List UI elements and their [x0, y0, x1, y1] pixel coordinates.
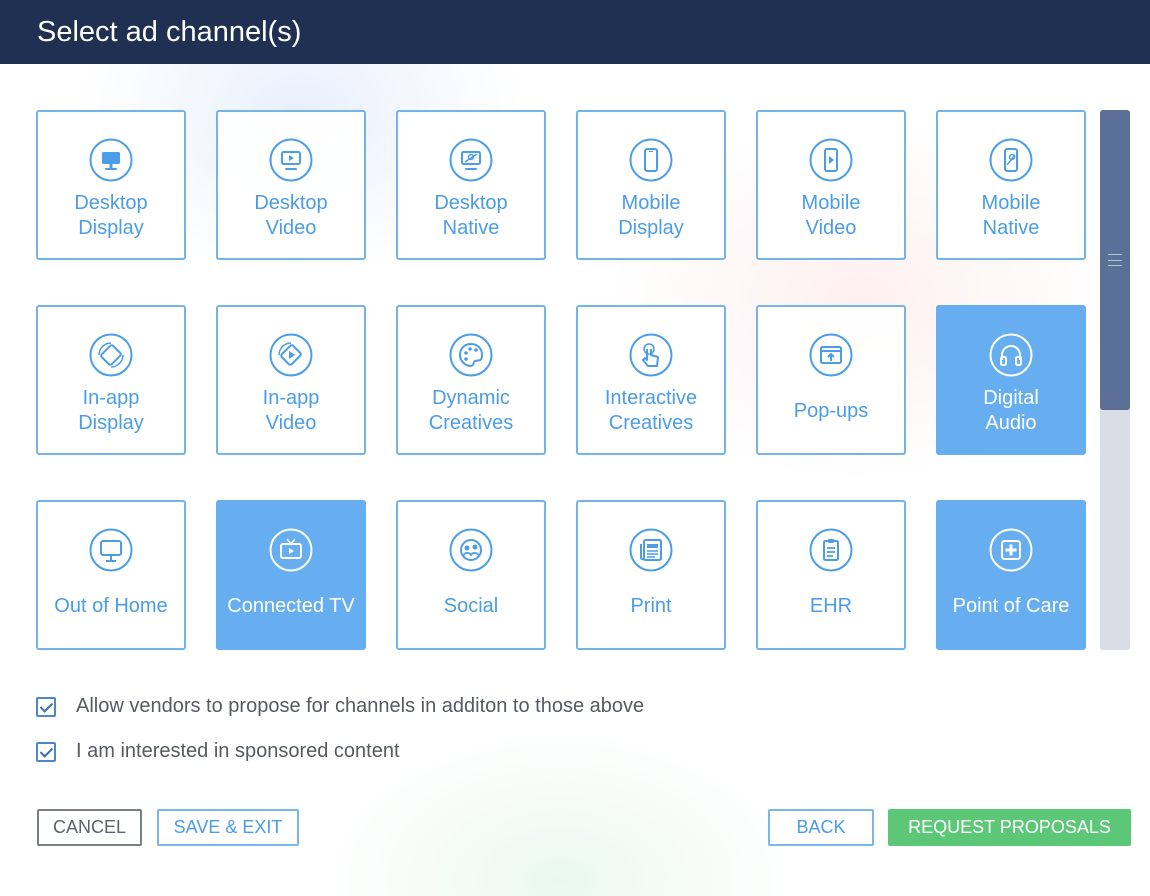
- save-exit-button[interactable]: SAVE & EXIT: [157, 809, 299, 846]
- channel-tile-pop-ups[interactable]: Pop-ups: [756, 305, 906, 455]
- clipboard-icon: [809, 528, 853, 572]
- scrollbar-grip-icon: [1108, 254, 1122, 266]
- cancel-button[interactable]: CANCEL: [37, 809, 142, 846]
- channel-tile-digital-audio[interactable]: Digital Audio: [936, 305, 1086, 455]
- channel-label: Interactive Creatives: [604, 387, 698, 434]
- channel-label: Dynamic Creatives: [428, 387, 514, 434]
- billboard-icon: [89, 528, 133, 572]
- scrollbar[interactable]: [1100, 110, 1130, 650]
- desktop-video-icon: [269, 138, 313, 182]
- channel-grid: Desktop Display Desktop Video Desktop Nati…: [36, 110, 1086, 650]
- channel-tile-mobile-video[interactable]: Mobile Video: [756, 110, 906, 260]
- channel-tile-point-of-care[interactable]: Point of Care: [936, 500, 1086, 650]
- channel-label: Out of Home: [54, 594, 168, 617]
- channel-tile-in-app-video[interactable]: In-app Video: [216, 305, 366, 455]
- sponsored-content-option[interactable]: I am interested in sponsored content: [36, 740, 400, 763]
- sponsored-content-label: I am interested in sponsored content: [76, 740, 400, 762]
- channel-label: Mobile Native: [981, 192, 1041, 239]
- channel-tile-print[interactable]: Print: [576, 500, 726, 650]
- palette-icon: [449, 333, 493, 377]
- back-button[interactable]: BACK: [768, 809, 874, 846]
- channel-tile-desktop-native[interactable]: Desktop Native: [396, 110, 546, 260]
- channel-tile-interactive-creatives[interactable]: Interactive Creatives: [576, 305, 726, 455]
- rotate-device-icon: [89, 333, 133, 377]
- mobile-icon: [629, 138, 673, 182]
- channel-tile-mobile-display[interactable]: Mobile Display: [576, 110, 726, 260]
- request-proposals-button[interactable]: REQUEST PROPOSALS: [888, 809, 1131, 846]
- headphones-icon: [989, 333, 1033, 377]
- desktop-native-icon: [449, 138, 493, 182]
- channel-tile-mobile-native[interactable]: Mobile Native: [936, 110, 1086, 260]
- channel-label: Mobile Video: [801, 192, 861, 239]
- channel-tile-in-app-display[interactable]: In-app Display: [36, 305, 186, 455]
- allow-vendors-option[interactable]: Allow vendors to propose for channels in…: [36, 695, 644, 718]
- desktop-icon: [89, 138, 133, 182]
- channel-tile-connected-tv[interactable]: Connected TV: [216, 500, 366, 650]
- allow-vendors-label: Allow vendors to propose for channels in…: [76, 695, 645, 717]
- channel-label: Desktop Display: [74, 192, 148, 239]
- sponsored-content-checkbox[interactable]: [36, 741, 56, 762]
- channel-tile-desktop-video[interactable]: Desktop Video: [216, 110, 366, 260]
- channel-label: In-app Video: [262, 387, 320, 434]
- allow-vendors-checkbox[interactable]: [36, 696, 56, 717]
- mobile-native-icon: [989, 138, 1033, 182]
- channel-label: In-app Display: [78, 387, 144, 434]
- channel-label: Desktop Video: [254, 192, 328, 239]
- medical-cross-icon: [989, 528, 1033, 572]
- touch-icon: [629, 333, 673, 377]
- channel-tile-out-of-home[interactable]: Out of Home: [36, 500, 186, 650]
- social-icon: [449, 528, 493, 572]
- tv-icon: [269, 528, 313, 572]
- channel-tile-dynamic-creatives[interactable]: Dynamic Creatives: [396, 305, 546, 455]
- channel-tile-ehr[interactable]: EHR: [756, 500, 906, 650]
- channel-label: EHR: [809, 594, 853, 617]
- popup-icon: [809, 333, 853, 377]
- page-title: Select ad channel(s): [37, 16, 302, 48]
- channel-tile-desktop-display[interactable]: Desktop Display: [36, 110, 186, 260]
- channel-label: Mobile Display: [618, 192, 684, 239]
- channel-label: Point of Care: [952, 594, 1070, 617]
- rotate-video-icon: [269, 333, 313, 377]
- channel-label: Digital Audio: [983, 387, 1039, 434]
- channel-tile-social[interactable]: Social: [396, 500, 546, 650]
- mobile-video-icon: [809, 138, 853, 182]
- channel-label: Desktop Native: [434, 192, 508, 239]
- channel-label: Connected TV: [227, 594, 355, 617]
- newspaper-icon: [629, 528, 673, 572]
- channel-label: Pop-ups: [793, 399, 869, 422]
- channel-label: Social: [443, 594, 499, 617]
- scrollbar-thumb[interactable]: [1100, 110, 1130, 410]
- channel-label: Print: [630, 594, 672, 617]
- dialog-header: Select ad channel(s): [0, 0, 1150, 64]
